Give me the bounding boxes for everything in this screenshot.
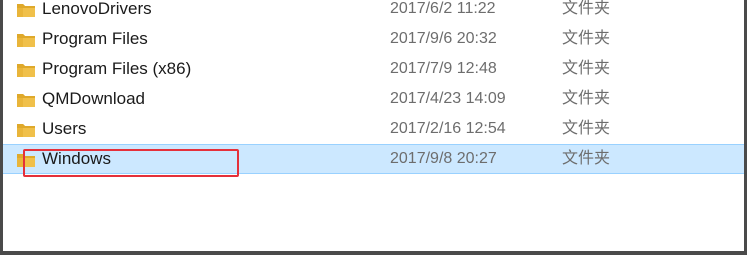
folder-icon: [17, 154, 35, 167]
file-date: 2017/9/6 20:32: [390, 30, 497, 47]
file-type: 文件夹: [562, 90, 611, 107]
file-name: Users: [42, 119, 87, 138]
folder-icon: [17, 4, 35, 17]
folder-icon: [17, 64, 35, 77]
file-row-program-files-x86[interactable]: Program Files (x86) 2017/7/9 12:48 文件夹: [3, 54, 744, 84]
file-date: 2017/7/9 12:48: [390, 60, 497, 77]
file-type: 文件夹: [562, 30, 611, 47]
file-name: QMDownload: [42, 89, 145, 108]
folder-icon: [17, 124, 35, 137]
file-date: 2017/9/8 20:27: [390, 150, 497, 167]
window-bottom-border: [0, 251, 741, 255]
file-type: 文件夹: [562, 120, 611, 137]
folder-icon: [17, 94, 35, 107]
file-name: Program Files: [42, 29, 148, 48]
file-name: Program Files (x86): [42, 59, 192, 78]
file-type: 文件夹: [562, 60, 611, 77]
file-row-program-files[interactable]: Program Files 2017/9/6 20:32 文件夹: [3, 24, 744, 54]
file-name: LenovoDrivers: [42, 0, 152, 18]
file-list: LenovoDrivers 2017/6/2 11:22 文件夹 Program…: [3, 0, 744, 174]
file-row-users[interactable]: Users 2017/2/16 12:54 文件夹: [3, 114, 744, 144]
file-date: 2017/4/23 14:09: [390, 90, 506, 107]
file-row-qmdownload[interactable]: QMDownload 2017/4/23 14:09 文件夹: [3, 84, 744, 114]
file-date: 2017/2/16 12:54: [390, 120, 506, 137]
folder-icon: [17, 34, 35, 47]
file-type: 文件夹: [562, 150, 611, 167]
file-name: Windows: [42, 149, 111, 168]
file-row-windows[interactable]: Windows 2017/9/8 20:27 文件夹: [3, 144, 744, 174]
file-row-lenovodrivers[interactable]: LenovoDrivers 2017/6/2 11:22 文件夹: [3, 0, 744, 24]
file-date: 2017/6/2 11:22: [390, 0, 496, 17]
file-explorer-window: LenovoDrivers 2017/6/2 11:22 文件夹 Program…: [3, 0, 744, 251]
file-type: 文件夹: [562, 0, 611, 17]
